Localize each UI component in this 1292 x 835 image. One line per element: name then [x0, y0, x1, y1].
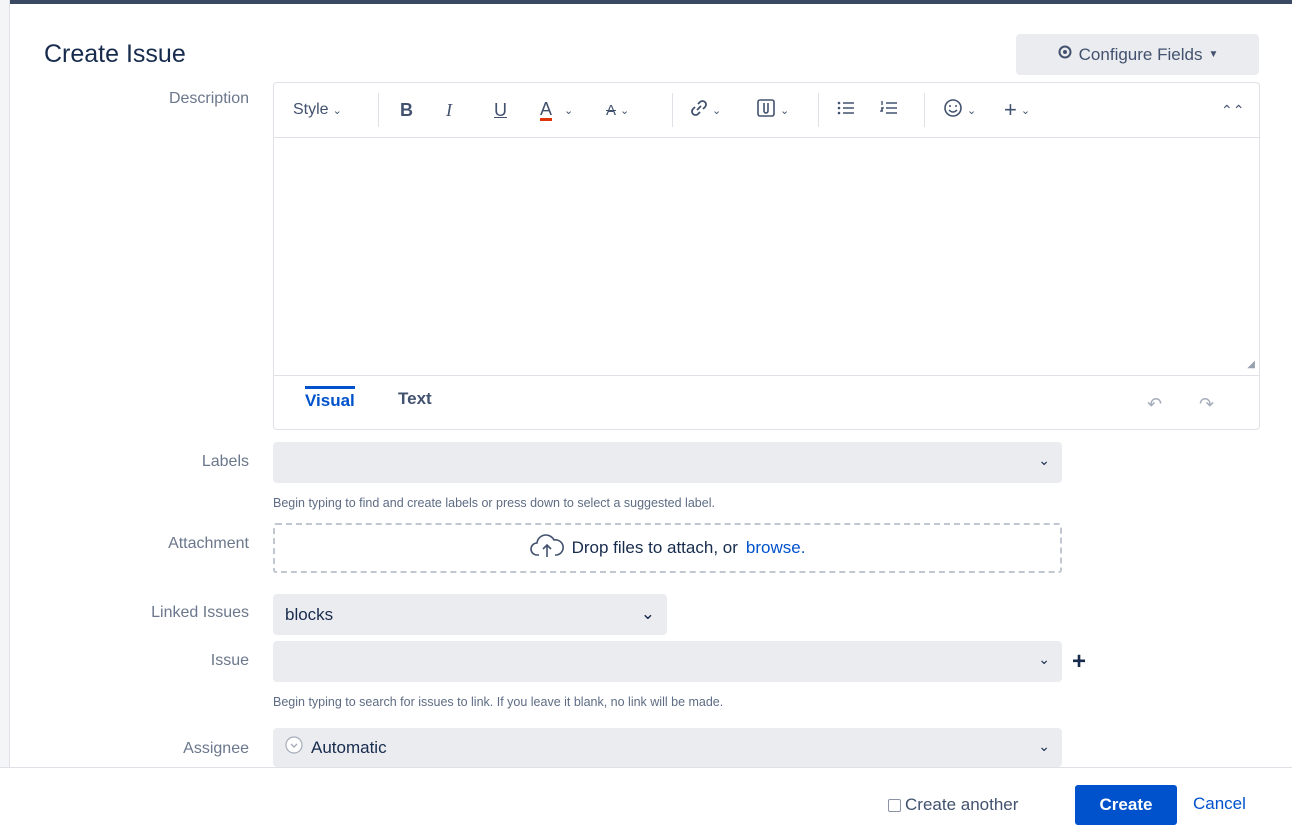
- create-button[interactable]: Create: [1075, 785, 1177, 825]
- resize-handle-icon[interactable]: ◢: [1247, 359, 1255, 370]
- chevron-down-icon: ⌄: [780, 104, 790, 117]
- add-issue-link-plus-icon[interactable]: +: [1072, 648, 1086, 676]
- editor-mode-tabs: Visual Text ↶ ↷: [274, 375, 1259, 430]
- underline-button[interactable]: U: [494, 97, 507, 123]
- labels-select[interactable]: ⌄: [273, 442, 1062, 483]
- link-type-value: blocks: [285, 604, 334, 624]
- bold-icon: B: [400, 99, 413, 120]
- cloud-upload-icon: [529, 533, 564, 564]
- tab-text[interactable]: Text: [398, 389, 432, 409]
- link-icon: [690, 99, 708, 122]
- dialog-title: Create Issue: [44, 40, 186, 68]
- link-button[interactable]: ⌄: [690, 97, 721, 123]
- description-editor: Style ⌄ B I U A ⌄ A ⌄ ⌄ ⌄ ⌄ + ⌄ ⌃⌃ ◢ Vis…: [273, 82, 1260, 430]
- assignee-label: Assignee: [183, 740, 249, 757]
- editor-toolbar: Style ⌄ B I U A ⌄ A ⌄ ⌄ ⌄ ⌄ + ⌄ ⌃⌃: [274, 83, 1259, 138]
- caret-down-icon: ▼: [1208, 49, 1219, 60]
- double-chevron-up-icon: ⌃⌃: [1221, 101, 1245, 118]
- description-text-area[interactable]: ◢: [274, 138, 1259, 374]
- automatic-user-icon: [285, 736, 303, 759]
- link-type-select[interactable]: blocks ⌄: [273, 594, 667, 635]
- gear-icon: [1057, 44, 1073, 65]
- labels-help-text: Begin typing to find and create labels o…: [273, 496, 715, 510]
- tab-visual[interactable]: Visual: [305, 386, 355, 411]
- assignee-select[interactable]: Automatic ⌄: [273, 728, 1062, 767]
- create-another-option[interactable]: Create another: [888, 795, 1018, 815]
- redo-icon[interactable]: ↷: [1199, 394, 1214, 415]
- bullet-list-icon: [837, 100, 855, 121]
- chevron-down-icon: ⌄: [620, 104, 630, 117]
- configure-fields-button[interactable]: Configure Fields ▼: [1016, 34, 1259, 75]
- attachment-label: Attachment: [168, 535, 249, 552]
- toolbar-divider: [672, 93, 673, 127]
- strikethrough-format-icon: A: [606, 101, 617, 119]
- underline-icon: U: [494, 99, 507, 120]
- dialog-footer: Create another Create Cancel: [0, 767, 1292, 835]
- bold-button[interactable]: B: [400, 97, 413, 123]
- toolbar-divider: [378, 93, 379, 127]
- style-dropdown[interactable]: Style ⌄: [293, 97, 342, 123]
- style-label: Style: [293, 101, 329, 118]
- paperclip-icon: [756, 98, 776, 123]
- chevron-down-icon: ⌄: [332, 104, 342, 117]
- emoji-icon: [943, 98, 963, 123]
- create-another-checkbox[interactable]: [888, 798, 901, 812]
- issue-label: Issue: [210, 652, 249, 669]
- undo-icon[interactable]: ↶: [1147, 394, 1162, 415]
- text-color-button[interactable]: A ⌄: [540, 97, 573, 123]
- assignee-value: Automatic: [311, 737, 387, 757]
- create-another-label: Create another: [905, 795, 1019, 814]
- chevron-down-icon: ⌄: [967, 104, 977, 117]
- issue-help-text: Begin typing to search for issues to lin…: [273, 695, 724, 709]
- issue-select[interactable]: ⌄: [273, 641, 1062, 682]
- text-color-icon: A: [540, 98, 553, 121]
- labels-label: Labels: [201, 453, 249, 470]
- browse-link[interactable]: browse.: [746, 538, 806, 558]
- chevron-down-icon: ⌄: [712, 104, 722, 117]
- drop-files-text: Drop files to attach, or: [571, 538, 738, 557]
- chevron-down-icon: ⌄: [1038, 651, 1050, 667]
- chevron-down-icon: ⌄: [564, 104, 574, 117]
- linked-issues-label: Linked Issues: [151, 604, 249, 621]
- configure-fields-label: Configure Fields: [1078, 44, 1203, 64]
- chevron-down-icon: ⌄: [1038, 452, 1050, 468]
- left-edge: [0, 0, 10, 834]
- cancel-link[interactable]: Cancel: [1193, 794, 1246, 814]
- toolbar-divider: [818, 93, 819, 127]
- numbered-list-icon: [879, 100, 898, 121]
- description-label: Description: [168, 90, 249, 107]
- numbered-list-button[interactable]: [879, 97, 898, 123]
- plus-icon: +: [1004, 97, 1017, 122]
- italic-button[interactable]: I: [446, 97, 452, 123]
- insert-more-button[interactable]: + ⌄: [1004, 97, 1030, 123]
- italic-icon: I: [446, 99, 452, 120]
- chevron-down-icon: ⌄: [1038, 738, 1050, 754]
- chevron-down-icon: ⌄: [1020, 104, 1031, 117]
- collapse-toolbar-button[interactable]: ⌃⌃: [1221, 97, 1244, 123]
- toolbar-divider: [924, 93, 925, 127]
- top-edge: [0, 0, 1292, 4]
- emoji-button[interactable]: ⌄: [943, 97, 976, 123]
- attachment-insert-button[interactable]: ⌄: [756, 97, 789, 123]
- chevron-down-icon: ⌄: [640, 604, 655, 623]
- attachment-dropzone[interactable]: Drop files to attach, or browse.: [273, 523, 1062, 573]
- bullet-list-button[interactable]: [837, 97, 855, 123]
- more-formatting-button[interactable]: A ⌄: [606, 97, 629, 123]
